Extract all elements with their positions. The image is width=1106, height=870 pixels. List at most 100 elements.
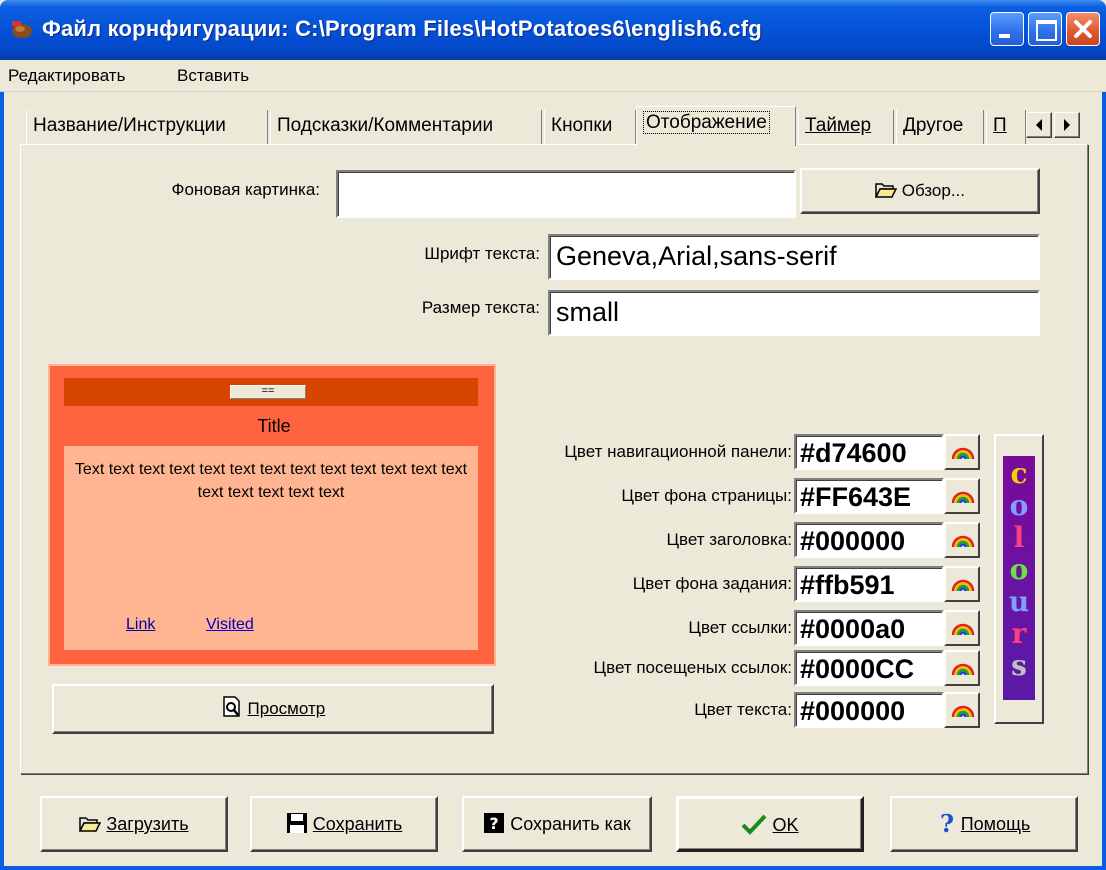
window-frame-bottom	[0, 866, 1106, 870]
colour-label: Цвет навигационной панели:	[564, 442, 792, 461]
tab-label: Подсказки/Комментарии	[277, 115, 494, 136]
ok-button-label: OK	[772, 815, 799, 835]
check-icon	[742, 814, 767, 835]
colour-value-input[interactable]: #000000	[794, 692, 944, 728]
save-button-label: Сохранить	[312, 814, 403, 834]
size-input[interactable]: small	[548, 290, 1040, 336]
colour-picker-button[interactable]	[944, 566, 980, 602]
colour-picker-button[interactable]	[944, 692, 980, 728]
preview-nav-bar: ==	[64, 378, 478, 406]
tab-label: Другое	[903, 115, 964, 136]
ok-button[interactable]: OK	[676, 796, 864, 852]
colours-button[interactable]: c o l o u r s	[994, 434, 1044, 724]
tab-label: П	[993, 115, 1007, 136]
rainbow-icon	[951, 623, 975, 636]
colour-label: Цвет фона задания:	[632, 574, 792, 593]
floppy-disk-icon	[286, 813, 307, 833]
browse-button[interactable]: Обзор...	[800, 168, 1040, 214]
preview-title: Title	[257, 416, 291, 436]
font-input[interactable]: Geneva,Arial,sans-serif	[548, 234, 1040, 280]
rainbow-icon	[951, 663, 975, 676]
colour-picker-button[interactable]	[944, 522, 980, 558]
colours-letter: o	[1009, 553, 1029, 586]
size-label: Размер текста:	[421, 298, 540, 317]
help-button[interactable]: ? Помощь	[890, 796, 1078, 852]
title-bar[interactable]: Файл корнфигурации: C:\Program Files\Hot…	[0, 0, 1106, 60]
load-button[interactable]: Загрузить	[40, 796, 228, 852]
menu-bar: Редактировать Вставить	[0, 60, 1106, 92]
preview-nav-button: ==	[230, 385, 306, 399]
tab-more[interactable]: П	[986, 110, 1026, 144]
maximize-button[interactable]	[1028, 12, 1062, 46]
tab-label: Таймер	[805, 115, 872, 136]
colour-value-input[interactable]: #ffb591	[794, 566, 944, 602]
colour-value-input[interactable]: #0000CC	[794, 650, 944, 686]
colour-label: Цвет фона страницы:	[621, 486, 792, 505]
colour-value-input[interactable]: #0000a0	[794, 610, 944, 646]
colour-label: Цвет посещеных ссылок:	[593, 658, 792, 677]
colour-value-input[interactable]: #d74600	[794, 434, 944, 470]
save-as-button[interactable]: ? Сохранить как	[462, 796, 652, 852]
colour-value-input[interactable]: #000000	[794, 522, 944, 558]
colour-picker-button[interactable]	[944, 610, 980, 646]
window-title: Файл корнфигурации: C:\Program Files\Hot…	[42, 16, 762, 41]
colour-label: Цвет ссылки:	[688, 618, 792, 637]
magnifier-page-icon	[223, 696, 240, 717]
tab-label: Кнопки	[551, 115, 613, 136]
preview-button[interactable]: Просмотр	[52, 684, 494, 734]
tab-title-instructions[interactable]: Название/Инструкции	[26, 110, 268, 144]
window-frame-right	[1102, 60, 1106, 870]
browse-label: Обзор...	[901, 181, 965, 200]
colours-letter: c	[1010, 457, 1028, 490]
rainbow-icon	[951, 447, 975, 460]
bg-image-input[interactable]	[336, 170, 796, 218]
close-button[interactable]	[1066, 12, 1100, 46]
tab-timer[interactable]: Таймер	[798, 110, 894, 144]
minimize-button[interactable]	[990, 12, 1024, 46]
preview-button-label: Просмотр	[247, 699, 326, 718]
colours-letter: r	[1011, 617, 1027, 650]
close-icon	[1074, 20, 1092, 38]
colours-letter: s	[1011, 649, 1027, 682]
tab-buttons[interactable]: Кнопки	[544, 110, 636, 144]
tab-label: Название/Инструкции	[33, 115, 226, 136]
tab-strip: Название/Инструкции Подсказки/Комментари…	[26, 106, 1080, 146]
colour-picker-button[interactable]	[944, 650, 980, 686]
save-as-button-label: Сохранить как	[510, 814, 631, 834]
preview-visited-link: Visited	[206, 616, 254, 633]
arrow-left-icon	[1036, 119, 1042, 131]
tab-label: Отображение	[643, 111, 770, 134]
folder-open-icon	[79, 817, 102, 832]
svg-text:?: ?	[490, 814, 499, 833]
tab-appearance[interactable]: Отображение	[636, 106, 796, 146]
rainbow-icon	[951, 579, 975, 592]
menu-edit[interactable]: Редактировать	[8, 66, 125, 86]
rainbow-icon	[951, 705, 975, 718]
font-label: Шрифт текста:	[424, 244, 540, 263]
hot-potatoes-icon	[12, 21, 32, 38]
colour-picker-button[interactable]	[944, 478, 980, 514]
menu-insert[interactable]: Вставить	[177, 66, 249, 86]
question-icon: ?	[940, 809, 954, 838]
preview-text: Text text text text text text text text …	[74, 461, 468, 501]
window-frame-left	[0, 60, 4, 870]
colour-picker-button[interactable]	[944, 434, 980, 470]
tab-other[interactable]: Другое	[896, 110, 984, 144]
tab-hints-feedback[interactable]: Подсказки/Комментарии	[270, 110, 542, 144]
floppy-disk-question-icon: ?	[484, 813, 505, 833]
style-preview: == Title Text text text text text text t…	[48, 364, 496, 666]
colours-logo: c o l o u r s	[1003, 456, 1035, 700]
arrow-right-icon	[1064, 119, 1070, 131]
colours-letter: u	[1008, 585, 1030, 618]
tab-scroll-right-button[interactable]	[1054, 112, 1080, 138]
svg-text:?: ?	[940, 811, 954, 835]
rainbow-icon	[951, 491, 975, 504]
folder-open-icon	[874, 183, 898, 198]
colour-value-input[interactable]: #FF643E	[794, 478, 944, 514]
preview-link: Link	[126, 616, 156, 633]
colours-letter: o	[1009, 489, 1029, 522]
colour-label: Цвет заголовка:	[666, 530, 792, 549]
colour-label: Цвет текста:	[694, 700, 792, 719]
save-button[interactable]: Сохранить	[250, 796, 438, 852]
tab-scroll-left-button[interactable]	[1026, 112, 1052, 138]
